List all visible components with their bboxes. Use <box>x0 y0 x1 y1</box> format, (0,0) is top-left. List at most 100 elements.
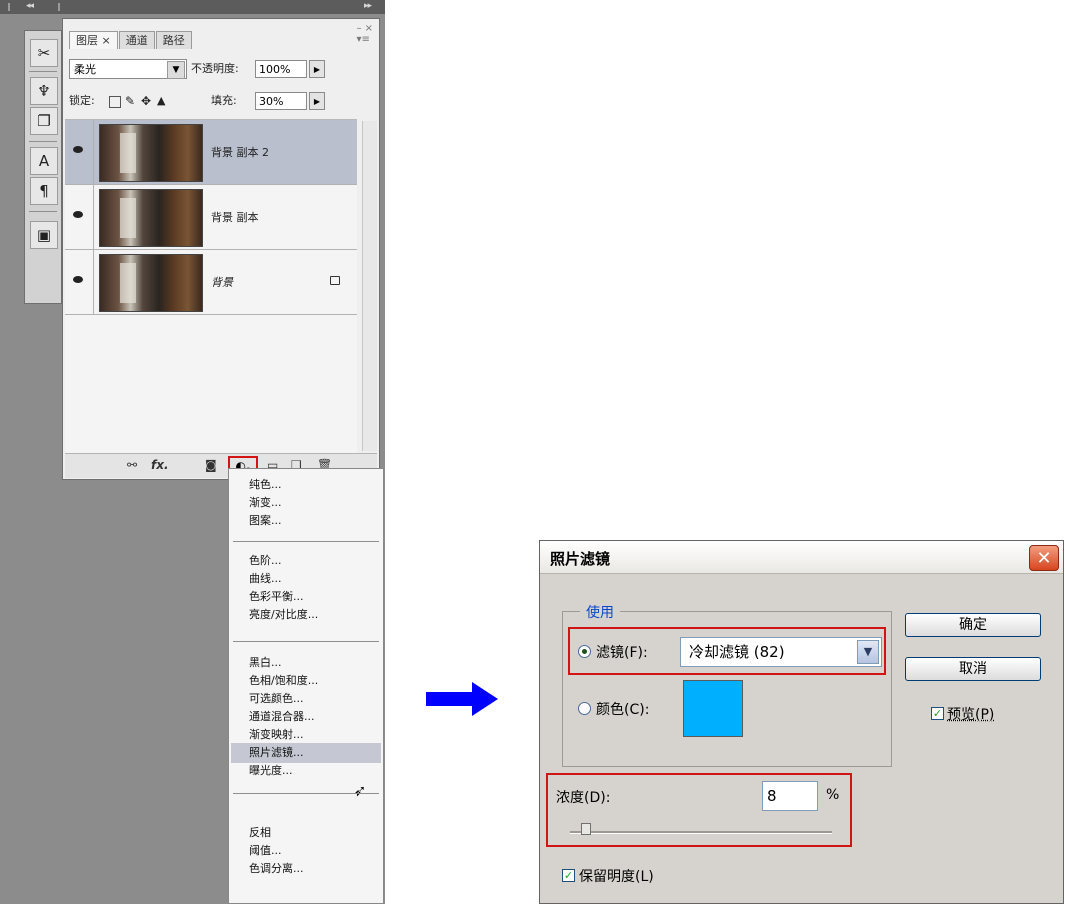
fx-icon[interactable]: fx. <box>151 458 169 472</box>
dialog-title: 照片滤镜 <box>550 550 611 568</box>
visibility-cell[interactable] <box>65 185 94 249</box>
opacity-label: 不透明度: <box>191 62 239 75</box>
menu-item[interactable]: 色调分离... <box>249 861 304 877</box>
menu-item[interactable]: 反相 <box>249 825 271 841</box>
collapse-left-icon[interactable]: ◂◂ <box>26 1 34 11</box>
lock-all-icon[interactable]: ▲ <box>157 91 165 111</box>
layer-row[interactable]: 背景 副本 2 <box>65 120 357 185</box>
photo-filter-dialog: 照片滤镜 ✕ 使用 滤镜(F): 冷却滤镜 (82) ▼ 颜色(C): 确定 取… <box>539 540 1064 904</box>
menu-item[interactable]: 纯色... <box>249 477 282 493</box>
expand-right-icon[interactable]: ▸▸ <box>364 1 372 11</box>
density-slider-track[interactable] <box>570 831 832 834</box>
preserve-luminosity-checkbox[interactable]: ✓ <box>562 869 575 882</box>
fill-label: 填充: <box>211 94 237 107</box>
brushes-icon[interactable]: ❐ <box>30 107 58 135</box>
menu-item[interactable]: 色彩平衡... <box>249 589 304 605</box>
layer-thumbnail <box>99 189 203 247</box>
preview-label: 预览(P) <box>947 707 995 723</box>
menu-item[interactable]: 通道混合器... <box>249 709 315 725</box>
filter-select-value: 冷却滤镜 (82) <box>689 643 785 661</box>
character-icon[interactable]: A <box>30 147 58 175</box>
fill-input[interactable]: 30% <box>255 92 307 110</box>
menu-item[interactable]: 黑白... <box>249 655 282 671</box>
fill-slider-icon[interactable]: ▶ <box>309 92 325 110</box>
menu-item[interactable]: 可选颜色... <box>249 691 304 707</box>
right-arrow-icon <box>426 682 498 716</box>
color-swatch[interactable] <box>683 680 743 737</box>
filter-select[interactable]: 冷却滤镜 (82) ▼ <box>680 637 882 667</box>
lock-row: 锁定: ✎ ✥ ▲ 填充: 30% ▶ <box>69 91 375 113</box>
menu-item[interactable]: 色阶... <box>249 553 282 569</box>
blend-mode-select[interactable]: 柔光 ▼ <box>69 59 187 79</box>
lock-move-icon[interactable]: ✥ <box>141 91 151 111</box>
chevron-down-icon[interactable]: ▼ <box>857 640 879 664</box>
menu-divider <box>233 641 379 642</box>
density-input[interactable]: 8 <box>762 781 818 811</box>
mouse-pointer-icon: ➶ <box>353 781 367 800</box>
panel-tabs: 图层 × 通道 路径 <box>69 31 193 49</box>
tools-icon[interactable]: ✂ <box>30 39 58 67</box>
menu-item[interactable]: 曝光度... <box>249 763 293 779</box>
panel-menu-icon[interactable]: – × ▾≡ <box>356 23 373 45</box>
dialog-title-bar[interactable]: 照片滤镜 ✕ <box>540 541 1063 574</box>
tab-layers[interactable]: 图层 × <box>69 31 118 49</box>
visibility-cell[interactable] <box>65 250 94 314</box>
visibility-cell[interactable] <box>65 120 94 184</box>
filter-label: 滤镜(F): <box>596 645 648 661</box>
close-icon: ✕ <box>1036 547 1052 569</box>
layer-list: 背景 副本 2 背景 副本 背景 <box>65 119 357 454</box>
lock-brush-icon[interactable]: ✎ <box>125 91 135 111</box>
tab-channels[interactable]: 通道 <box>118 31 155 49</box>
menu-divider <box>233 793 379 794</box>
cancel-button[interactable]: 取消 <box>905 657 1041 681</box>
divider <box>29 211 57 212</box>
density-unit: % <box>826 787 840 803</box>
layer-name: 背景 <box>211 276 233 289</box>
opacity-input[interactable]: 100% <box>255 60 307 78</box>
navigator-icon[interactable]: ▣ <box>30 221 58 249</box>
menu-item[interactable]: 曲线... <box>249 571 282 587</box>
eye-icon[interactable] <box>73 276 83 283</box>
divider <box>29 141 57 142</box>
preserve-luminosity-label: 保留明度(L) <box>579 869 654 885</box>
lock-label: 锁定: <box>69 94 95 107</box>
density-slider-thumb[interactable] <box>580 823 591 835</box>
close-button[interactable]: ✕ <box>1029 545 1059 571</box>
layer-row[interactable]: 背景 <box>65 250 357 315</box>
menu-item-photo-filter[interactable]: 照片滤镜... <box>249 745 304 761</box>
density-label: 浓度(D): <box>556 790 611 806</box>
menu-item[interactable]: 图案... <box>249 513 282 529</box>
color-radio[interactable] <box>578 702 591 715</box>
layer-name: 背景 副本 <box>211 211 259 224</box>
lock-transparent-icon[interactable] <box>109 96 121 108</box>
layer-list-scrollbar[interactable] <box>362 121 377 451</box>
layer-thumbnail <box>99 124 203 182</box>
menu-item[interactable]: 阈值... <box>249 843 282 859</box>
ok-button[interactable]: 确定 <box>905 613 1041 637</box>
eye-icon[interactable] <box>73 146 83 153</box>
mask-icon[interactable]: ◙ <box>205 458 217 472</box>
menu-item[interactable]: 渐变... <box>249 495 282 511</box>
menu-item[interactable]: 渐变映射... <box>249 727 304 743</box>
eye-icon[interactable] <box>73 211 83 218</box>
layer-row[interactable]: 背景 副本 <box>65 185 357 250</box>
preview-checkbox[interactable]: ✓ <box>931 707 944 720</box>
tab-paths[interactable]: 路径 <box>155 31 192 49</box>
dock-grip[interactable] <box>58 3 60 11</box>
chevron-down-icon[interactable]: ▼ <box>167 61 185 79</box>
adjustment-layer-menu: 纯色... 渐变... 图案... 色阶... 曲线... 色彩平衡... 亮度… <box>228 468 384 904</box>
opacity-slider-icon[interactable]: ▶ <box>309 60 325 78</box>
panel-dock-header: ◂◂ ▸▸ <box>0 0 385 14</box>
paragraph-icon[interactable]: ¶ <box>30 177 58 205</box>
lock-icon <box>330 276 340 285</box>
dock-grip[interactable] <box>8 3 10 11</box>
color-label: 颜色(C): <box>596 702 650 718</box>
link-icon[interactable]: ⚯ <box>127 458 137 472</box>
layer-name: 背景 副本 2 <box>211 146 269 159</box>
menu-item[interactable]: 亮度/对比度... <box>249 607 318 623</box>
menu-item[interactable]: 色相/饱和度... <box>249 673 318 689</box>
layers-panel: 图层 × 通道 路径 – × ▾≡ 柔光 ▼ 不透明度: 100% ▶ 锁定: ✎… <box>62 18 380 480</box>
filter-radio[interactable] <box>578 645 591 658</box>
clone-source-icon[interactable]: ♆ <box>30 77 58 105</box>
menu-divider <box>233 541 379 542</box>
